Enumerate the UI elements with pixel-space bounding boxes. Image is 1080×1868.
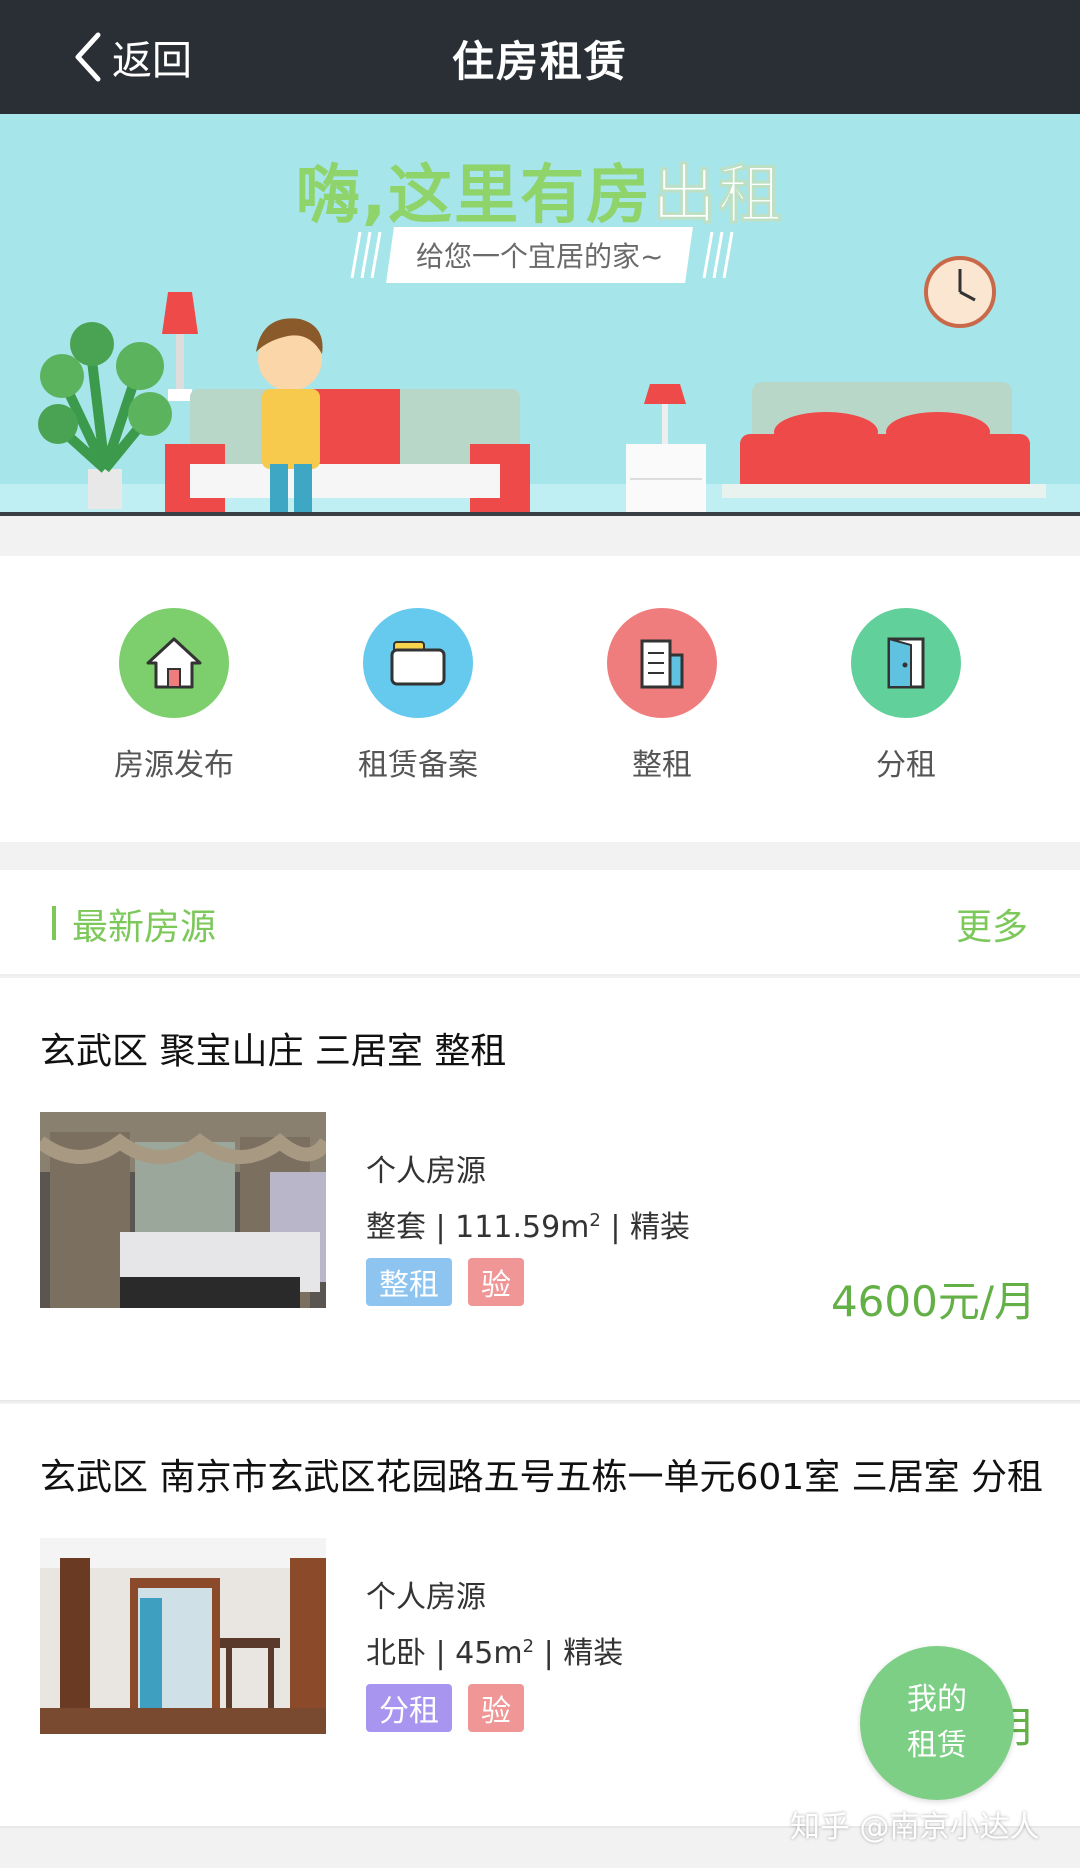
- watermark: 知乎 @南京小达人: [790, 1810, 1040, 1845]
- fab-line2: 租赁: [907, 1728, 967, 1763]
- banner-bottom-line: [0, 512, 1080, 516]
- more-link[interactable]: 更多: [956, 898, 1028, 950]
- listing-source: 个人房源: [366, 1154, 486, 1189]
- tag-verified: 验: [468, 1684, 524, 1732]
- quick-item-label: 房源发布: [114, 748, 234, 783]
- listing-info: 个人房源 整套 | 111.59m2 | 精装 整租 验: [366, 1146, 690, 1306]
- building-icon: [607, 608, 717, 718]
- listing-tags: 整租 验: [366, 1258, 690, 1306]
- door-icon: [851, 608, 961, 718]
- bed-icon: [722, 382, 1046, 498]
- banner-headline: 嗨,这里有房出租: [0, 144, 1080, 236]
- hero-banner[interactable]: 嗨,这里有房出租 给您一个宜居的家~: [0, 114, 1080, 516]
- house-icon: [119, 608, 229, 718]
- listing-spec-main: 北卧 | 45m: [366, 1636, 523, 1671]
- nightstand-icon: [626, 384, 706, 516]
- clock-icon: [924, 256, 996, 328]
- quick-menu: 房源发布 租赁备案 整租 分租: [0, 556, 1080, 842]
- listing-tags: 分租 验: [366, 1684, 623, 1732]
- quick-item-publish[interactable]: 房源发布: [74, 608, 274, 784]
- listing-photo: [40, 1538, 326, 1734]
- listing-photo: [40, 1112, 326, 1308]
- page-title: 住房租赁: [451, 37, 628, 86]
- sofa-icon: [165, 389, 530, 514]
- folder-icon: [363, 608, 473, 718]
- listing-spec-sup: 2: [522, 1636, 535, 1657]
- banner-subtitle: 给您一个宜居的家~: [416, 240, 664, 273]
- banner-subtitle-wrap: 给您一个宜居的家~: [355, 227, 725, 283]
- listing-card[interactable]: 玄武区 聚宝山庄 三居室 整租 个人房源 整套 | 111.59m2 | 精装 …: [0, 978, 1080, 1402]
- listing-info: 个人房源 北卧 | 45m2 | 精装 分租 验: [366, 1572, 623, 1732]
- my-rental-button[interactable]: 我的 租赁: [860, 1646, 1014, 1800]
- quick-item-whole-rent[interactable]: 整租: [562, 608, 762, 784]
- quick-item-filing[interactable]: 租赁备案: [318, 608, 518, 784]
- banner-subtitle-box: 给您一个宜居的家~: [386, 227, 694, 283]
- listing-title: 玄武区 聚宝山庄 三居室 整租: [40, 1031, 507, 1072]
- listing-price: 4600元/月: [830, 1277, 1036, 1326]
- top-nav-bar: 返回 住房租赁: [0, 0, 1080, 114]
- quick-item-label: 整租: [632, 748, 692, 783]
- latest-listings-header: 最新房源 更多: [0, 870, 1080, 976]
- quick-item-shared-rent[interactable]: 分租: [806, 608, 1006, 784]
- listing-spec-main: 整套 | 111.59m: [366, 1210, 590, 1245]
- listing-title: 玄武区 南京市玄武区花园路五号五栋一单元601室 三居室 分租: [40, 1457, 1044, 1498]
- quick-item-label: 分租: [876, 748, 936, 783]
- section-title: 最新房源: [72, 907, 217, 948]
- fab-line1: 我的: [907, 1682, 967, 1717]
- decorative-stripes-right: [702, 231, 734, 279]
- banner-headline-accent: 出租: [652, 159, 785, 234]
- tag-shared-rent: 分租: [366, 1684, 452, 1732]
- tag-verified: 验: [468, 1258, 524, 1306]
- quick-item-label: 租赁备案: [358, 748, 478, 783]
- listing-source: 个人房源: [366, 1580, 486, 1615]
- plant-icon: [38, 322, 172, 509]
- listing-spec-tail: | 精装: [534, 1636, 624, 1671]
- banner-headline-main: 嗨,这里有房: [295, 159, 653, 233]
- listing-spec-sup: 2: [589, 1210, 601, 1231]
- tag-whole-rent: 整租: [366, 1258, 452, 1306]
- listing-spec: 北卧 | 45m2 | 精装: [366, 1628, 623, 1672]
- listing-spec-tail: | 精装: [600, 1210, 691, 1245]
- wall-lamp-icon: [162, 292, 198, 401]
- listing-spec: 整套 | 111.59m2 | 精装: [366, 1202, 690, 1246]
- section-accent-bar: [52, 906, 56, 940]
